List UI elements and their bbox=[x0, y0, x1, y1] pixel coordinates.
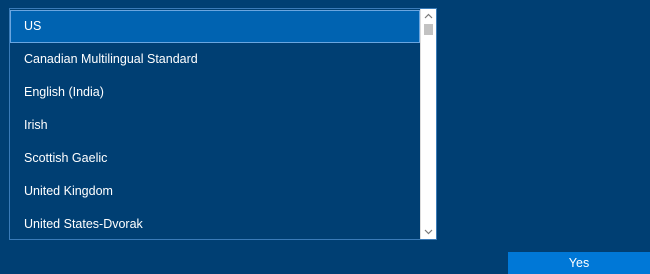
list-item-united-states-dvorak[interactable]: United States-Dvorak bbox=[10, 208, 420, 239]
list-item-scottish-gaelic[interactable]: Scottish Gaelic bbox=[10, 142, 420, 175]
scroll-down-button[interactable] bbox=[421, 225, 436, 239]
chevron-up-icon bbox=[424, 13, 433, 19]
vertical-scrollbar[interactable] bbox=[420, 9, 436, 239]
list-item-english-india[interactable]: English (India) bbox=[10, 76, 420, 109]
list-item-canadian-multilingual-standard[interactable]: Canadian Multilingual Standard bbox=[10, 43, 420, 76]
keyboard-layout-list[interactable]: US Canadian Multilingual Standard Englis… bbox=[9, 8, 437, 240]
scroll-up-button[interactable] bbox=[421, 9, 436, 23]
list-item-us[interactable]: US bbox=[10, 10, 420, 43]
list-item-united-kingdom[interactable]: United Kingdom bbox=[10, 175, 420, 208]
scroll-thumb[interactable] bbox=[424, 24, 433, 35]
chevron-down-icon bbox=[424, 229, 433, 235]
keyboard-layout-items: US Canadian Multilingual Standard Englis… bbox=[10, 9, 420, 239]
yes-button[interactable]: Yes bbox=[508, 252, 650, 274]
list-item-irish[interactable]: Irish bbox=[10, 109, 420, 142]
